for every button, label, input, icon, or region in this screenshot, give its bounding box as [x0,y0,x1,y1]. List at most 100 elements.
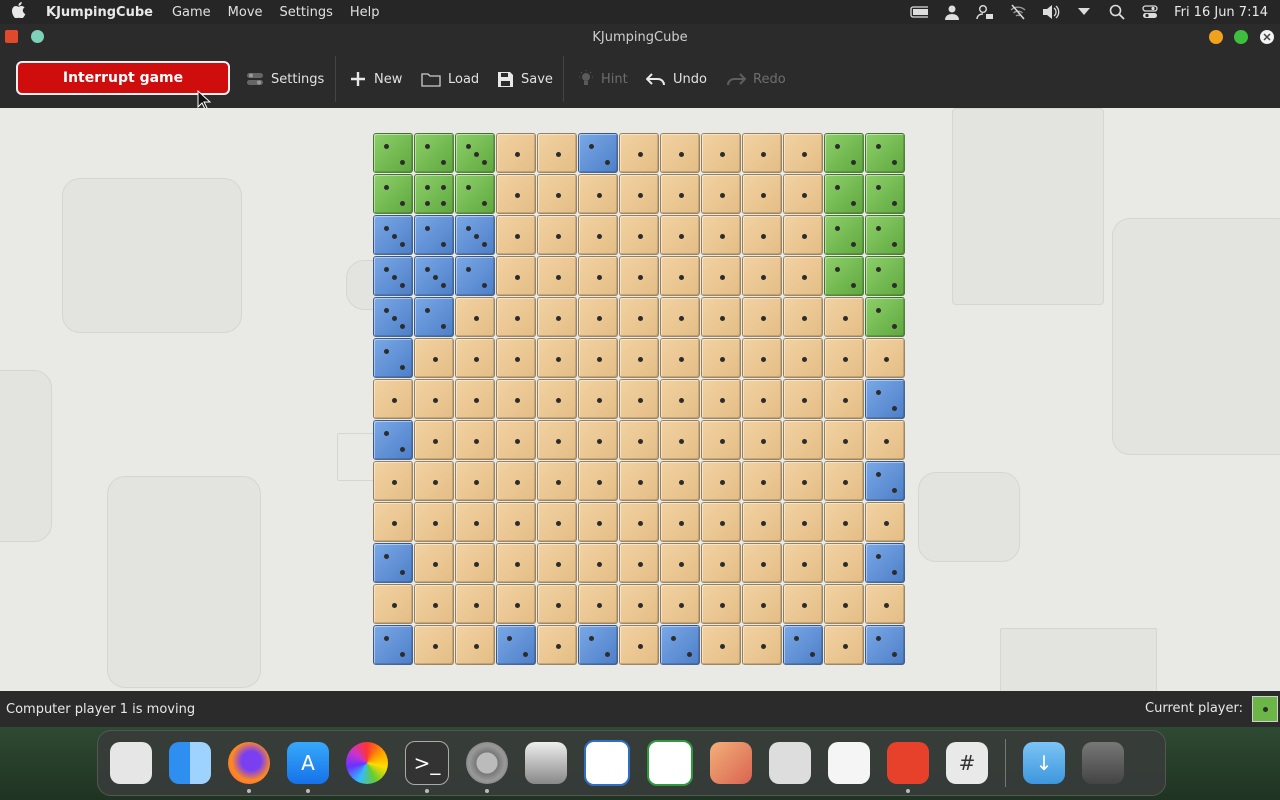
cube-cell[interactable] [864,132,905,173]
cube-cell[interactable] [413,583,454,624]
cube-cell[interactable] [454,296,495,337]
cube-cell[interactable] [659,214,700,255]
cube-cell[interactable] [823,419,864,460]
cube-cell[interactable] [372,583,413,624]
cube-cell[interactable] [454,173,495,214]
search-icon[interactable] [1108,4,1126,20]
user-lock-icon[interactable] [976,5,994,20]
close-button[interactable] [1260,30,1274,44]
cube-cell[interactable] [659,173,700,214]
menu-settings[interactable]: Settings [271,5,341,20]
cube-cell[interactable] [577,460,618,501]
media-player-icon[interactable] [769,742,811,784]
cube-cell[interactable] [823,214,864,255]
cube-cell[interactable] [618,624,659,665]
cube-cell[interactable] [495,173,536,214]
cube-cell[interactable] [864,296,905,337]
cube-cell[interactable] [372,296,413,337]
photos-icon[interactable] [346,742,388,784]
cube-cell[interactable] [454,460,495,501]
cube-cell[interactable] [659,337,700,378]
cube-cell[interactable] [454,542,495,583]
calculator-icon[interactable]: # [946,742,988,784]
cube-cell[interactable] [618,460,659,501]
terminal-icon[interactable]: >_ [405,741,449,793]
cube-cell[interactable] [577,214,618,255]
kjumpingcube-icon[interactable] [887,742,929,793]
cube-cell[interactable] [618,378,659,419]
new-button[interactable]: New [349,67,402,91]
cube-cell[interactable] [659,542,700,583]
cube-cell[interactable] [454,337,495,378]
cube-cell[interactable] [577,419,618,460]
cube-cell[interactable] [700,460,741,501]
cube-cell[interactable] [700,214,741,255]
cube-cell[interactable] [577,255,618,296]
menubar-app-name[interactable]: KJumpingCube [38,5,163,20]
cube-cell[interactable] [864,378,905,419]
cube-cell[interactable] [741,583,782,624]
cube-cell[interactable] [495,214,536,255]
cube-cell[interactable] [659,501,700,542]
cube-cell[interactable] [741,542,782,583]
cube-cell[interactable] [536,583,577,624]
cube-cell[interactable] [618,296,659,337]
cube-cell[interactable] [495,419,536,460]
cube-cell[interactable] [495,378,536,419]
cube-cell[interactable] [700,501,741,542]
cube-cell[interactable] [741,132,782,173]
cube-cell[interactable] [618,583,659,624]
cube-cell[interactable] [741,378,782,419]
cube-cell[interactable] [864,460,905,501]
cube-cell[interactable] [372,460,413,501]
cube-cell[interactable] [577,378,618,419]
maximize-button[interactable] [1234,30,1248,44]
cube-cell[interactable] [618,337,659,378]
cube-cell[interactable] [372,255,413,296]
cube-cell[interactable] [864,419,905,460]
cube-cell[interactable] [413,378,454,419]
cube-cell[interactable] [413,542,454,583]
cube-cell[interactable] [495,542,536,583]
cube-cell[interactable] [454,378,495,419]
writer-icon[interactable] [584,740,630,786]
finder-icon[interactable] [169,742,211,784]
cube-cell[interactable] [536,542,577,583]
text-editor-icon[interactable] [828,742,870,784]
cube-cell[interactable] [823,173,864,214]
cube-cell[interactable] [741,419,782,460]
cube-cell[interactable] [413,173,454,214]
cube-cell[interactable] [372,337,413,378]
cube-cell[interactable] [700,132,741,173]
cube-cell[interactable] [823,460,864,501]
cube-cell[interactable] [782,296,823,337]
load-button[interactable]: Load [421,67,479,91]
cube-cell[interactable] [864,255,905,296]
cube-cell[interactable] [700,378,741,419]
cube-cell[interactable] [782,214,823,255]
cube-cell[interactable] [823,542,864,583]
cube-cell[interactable] [413,255,454,296]
screenshot-icon[interactable] [525,742,567,784]
trash-icon[interactable] [1082,742,1124,784]
draw-icon[interactable] [710,742,752,784]
cube-cell[interactable] [413,419,454,460]
cube-cell[interactable] [782,624,823,665]
cube-cell[interactable] [372,419,413,460]
cube-cell[interactable] [864,173,905,214]
dropdown-icon[interactable] [1075,5,1093,19]
cube-cell[interactable] [659,460,700,501]
control-center-icon[interactable] [1141,5,1159,19]
cube-cell[interactable] [864,501,905,542]
cube-cell[interactable] [536,255,577,296]
cube-cell[interactable] [577,132,618,173]
firefox-icon[interactable] [228,742,270,793]
cube-cell[interactable] [577,337,618,378]
cube-cell[interactable] [372,501,413,542]
cube-cell[interactable] [741,624,782,665]
cube-cell[interactable] [495,296,536,337]
cube-cell[interactable] [782,501,823,542]
cube-cell[interactable] [536,501,577,542]
cube-cell[interactable] [659,583,700,624]
cube-cell[interactable] [782,337,823,378]
